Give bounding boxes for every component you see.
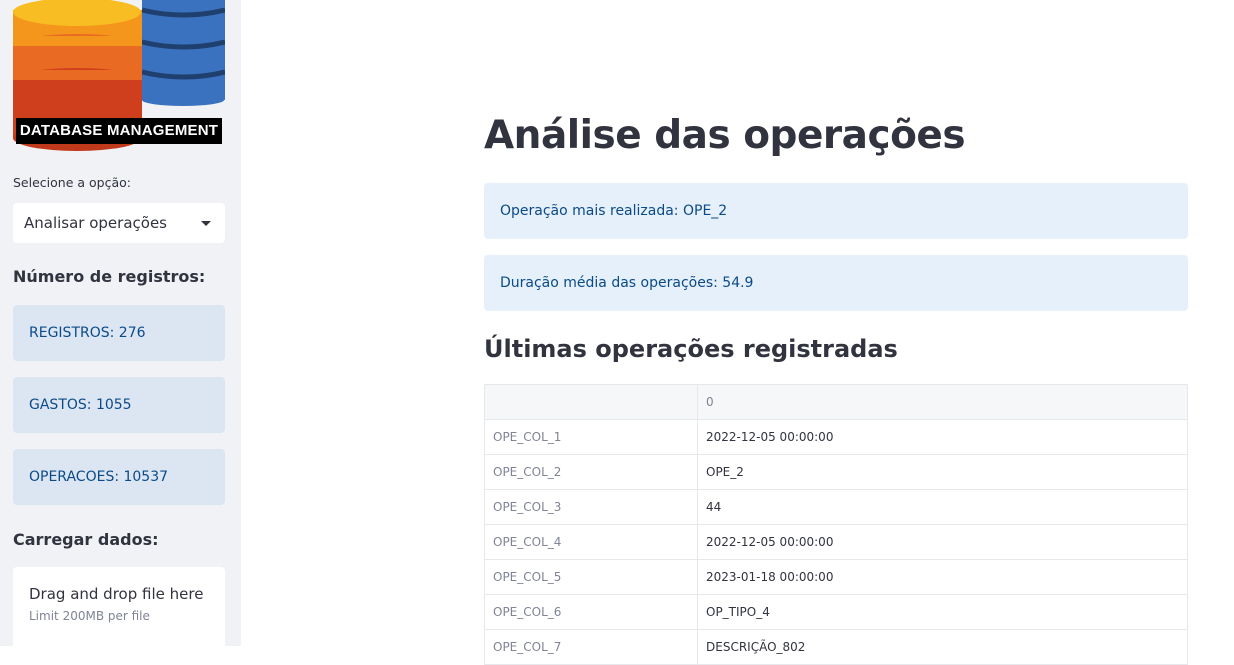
option-select[interactable]: Analisar operações: [13, 203, 225, 243]
row-index: OPE_COL_5: [484, 559, 698, 595]
database-logo: DATABASE MANAGEMENT: [13, 0, 226, 152]
table-column-header[interactable]: 0: [697, 384, 1188, 420]
sidebar: DATABASE MANAGEMENT Selecione a opção: A…: [0, 0, 241, 646]
row-index: OPE_COL_7: [484, 629, 698, 665]
operations-table: 0 OPE_COL_1 2022-12-05 00:00:00 OPE_COL_…: [484, 384, 1188, 665]
upload-limit: Limit 200MB per file: [29, 609, 150, 623]
table-row: OPE_COL_2 OPE_2: [484, 454, 1188, 490]
row-value[interactable]: OPE_2: [697, 454, 1188, 490]
page-title: Análise das operações: [484, 113, 966, 158]
operacoes-count: OPERACOES: 10537: [13, 449, 225, 505]
file-uploader[interactable]: Drag and drop file here Limit 200MB per …: [13, 567, 225, 646]
row-index: OPE_COL_6: [484, 594, 698, 630]
row-value[interactable]: 2022-12-05 00:00:00: [697, 524, 1188, 560]
row-value[interactable]: DESCRIÇÃO_802: [697, 629, 1188, 665]
info-average-duration: Duração média das operações: 54.9: [484, 255, 1188, 311]
row-value[interactable]: OP_TIPO_4: [697, 594, 1188, 630]
table-header-row: 0: [484, 384, 1188, 420]
row-index: OPE_COL_2: [484, 454, 698, 490]
gastos-count: GASTOS: 1055: [13, 377, 225, 433]
option-select-value: Analisar operações: [24, 214, 167, 232]
logo-banner: DATABASE MANAGEMENT: [16, 118, 222, 144]
table-row: OPE_COL_1 2022-12-05 00:00:00: [484, 419, 1188, 455]
select-label: Selecione a opção:: [13, 175, 131, 190]
records-heading: Número de registros:: [13, 267, 206, 286]
row-value[interactable]: 2022-12-05 00:00:00: [697, 419, 1188, 455]
upload-heading: Carregar dados:: [13, 530, 159, 549]
table-index-header: [484, 384, 698, 420]
table-row: OPE_COL_4 2022-12-05 00:00:00: [484, 524, 1188, 560]
section-title: Últimas operações registradas: [484, 335, 898, 363]
upload-dropzone-title: Drag and drop file here: [29, 585, 204, 603]
row-value[interactable]: 44: [697, 489, 1188, 525]
table-row: OPE_COL_5 2023-01-18 00:00:00: [484, 559, 1188, 595]
row-index: OPE_COL_4: [484, 524, 698, 560]
table-row: OPE_COL_6 OP_TIPO_4: [484, 594, 1188, 630]
chevron-down-icon: [201, 221, 211, 226]
table-row: OPE_COL_3 44: [484, 489, 1188, 525]
registros-count: REGISTROS: 276: [13, 305, 225, 361]
row-index: OPE_COL_3: [484, 489, 698, 525]
row-value[interactable]: 2023-01-18 00:00:00: [697, 559, 1188, 595]
row-index: OPE_COL_1: [484, 419, 698, 455]
info-most-frequent: Operação mais realizada: OPE_2: [484, 183, 1188, 239]
table-row: OPE_COL_7 DESCRIÇÃO_802: [484, 629, 1188, 665]
